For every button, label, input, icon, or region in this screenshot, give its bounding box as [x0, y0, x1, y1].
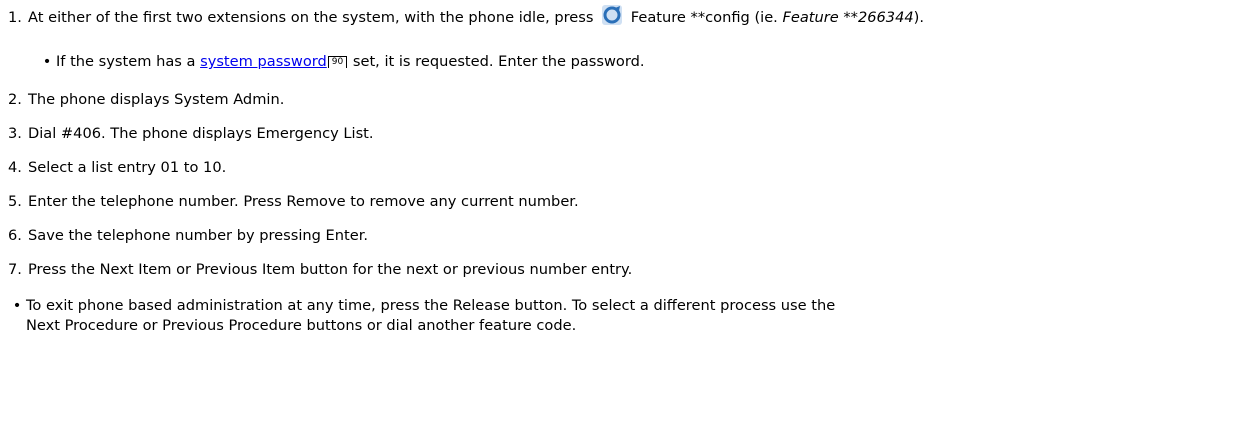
step-3: 3. Dial #406. The phone displays Emergenc…: [8, 124, 1249, 144]
note-exit-cont: Next Procedure or Previous Procedure but…: [26, 316, 1249, 336]
step-number: 3.: [8, 125, 22, 142]
substep-text: If the system has a: [56, 53, 196, 70]
substep-text-end: set, it is requested. Enter the password…: [352, 53, 645, 70]
bullet-icon: •: [12, 297, 22, 314]
system-password-link[interactable]: system password: [200, 53, 327, 70]
step-number: 2.: [8, 91, 22, 108]
step-number: 4.: [8, 159, 22, 176]
step-number: 6.: [8, 227, 22, 244]
page-reference[interactable]: 90: [327, 56, 348, 68]
step-text: Save the telephone number by pressing En…: [28, 227, 369, 244]
step-number: 7.: [8, 261, 22, 278]
note-line-2: Next Procedure or Previous Procedure but…: [26, 317, 577, 334]
step-4: 4. Select a list entry 01 to 10.: [8, 158, 1249, 178]
step-text-feature-config: Feature **config (ie.: [630, 9, 778, 26]
step-text-end: ).: [913, 9, 925, 26]
note-exit: • To exit phone based administration at a…: [8, 296, 1249, 316]
step-text: At either of the first two extensions on…: [28, 9, 594, 26]
step-text: Enter the telephone number. Press Remove…: [28, 193, 579, 210]
note-line-1: To exit phone based administration at an…: [26, 297, 836, 314]
substep-password: • If the system has a system password 90 s…: [38, 52, 1249, 72]
step-7: 7. Press the Next Item or Previous Item b…: [8, 260, 1249, 280]
step-6: 6. Save the telephone number by pressing …: [8, 226, 1249, 246]
feature-code: Feature **266344: [782, 9, 914, 26]
step-number: 1.: [8, 9, 22, 26]
feature-button-icon: [602, 5, 623, 25]
step-2: 2. The phone displays System Admin.: [8, 90, 1249, 110]
step-1: 1. At either of the first two extensions …: [8, 4, 1249, 28]
step-text: The phone displays System Admin.: [28, 91, 285, 108]
step-text: Dial #406. The phone displays Emergency …: [28, 125, 374, 142]
step-text: Select a list entry 01 to 10.: [28, 159, 227, 176]
instructions: 1. At either of the first two extensions …: [0, 0, 1257, 437]
bullet-icon: •: [42, 53, 52, 70]
step-text: Press the Next Item or Previous Item but…: [28, 261, 633, 278]
step-5: 5. Enter the telephone number. Press Remo…: [8, 192, 1249, 212]
step-number: 5.: [8, 193, 22, 210]
